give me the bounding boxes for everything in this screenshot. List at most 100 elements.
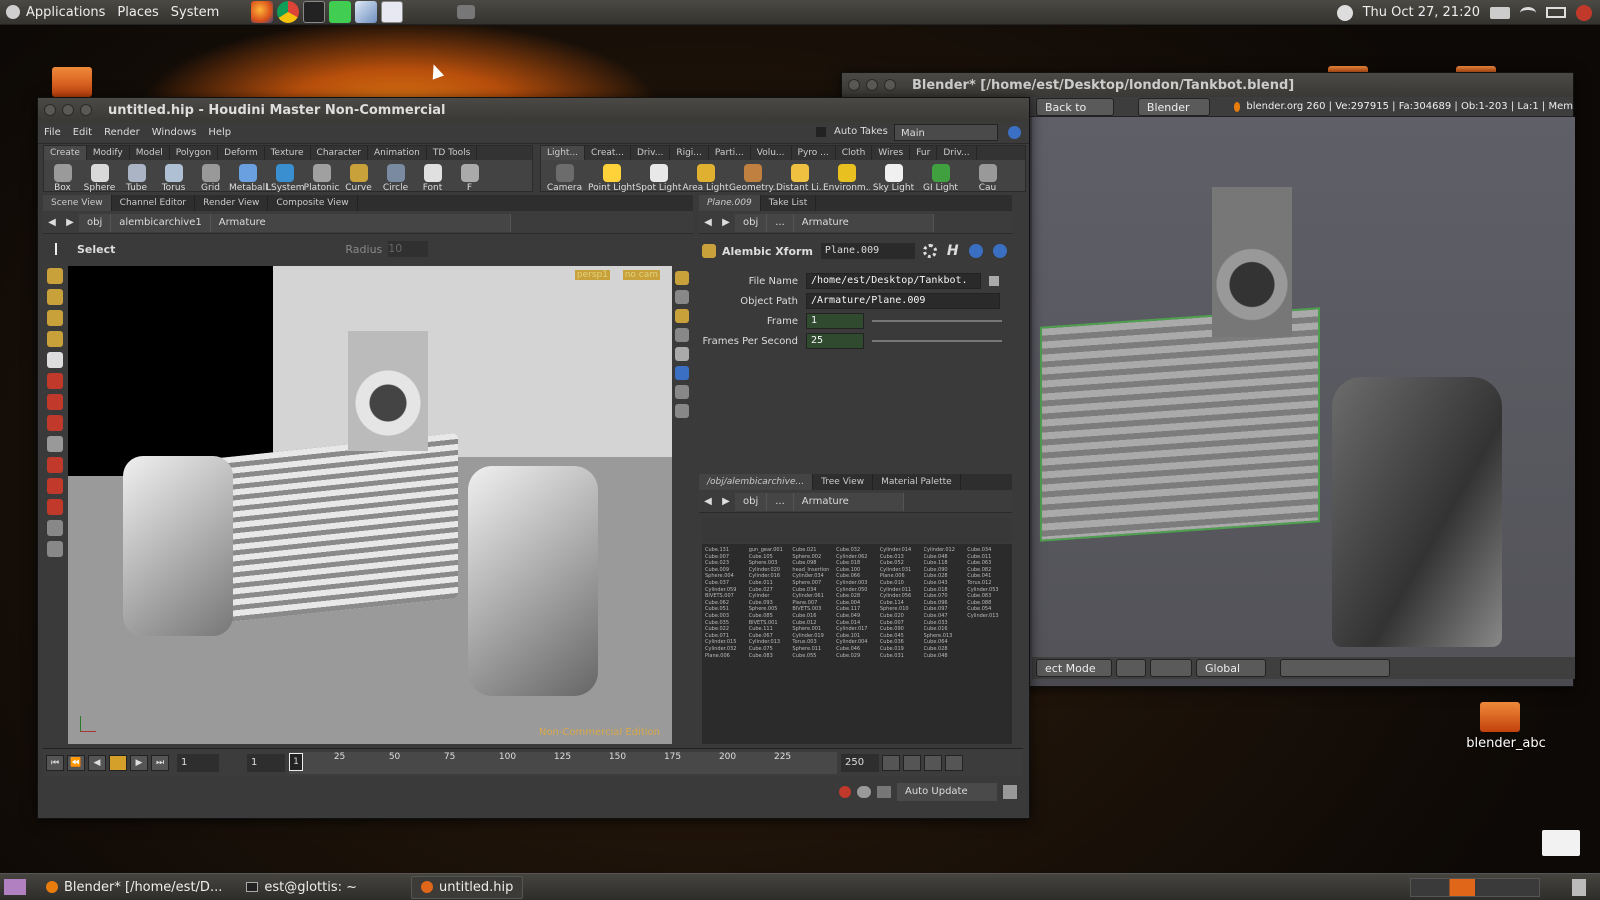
network-node[interactable]: Cube.022	[705, 626, 747, 633]
network-node[interactable]: Cube.046	[836, 646, 878, 653]
back-to-previous-button[interactable]: Back to Previous	[1036, 97, 1114, 132]
network-node[interactable]: Cube.033	[924, 620, 966, 627]
net-path-armature[interactable]: Armature	[793, 492, 904, 511]
shelf-tool-area-light[interactable]: Area Light	[682, 162, 729, 193]
network-node[interactable]: Cube.088	[967, 600, 1009, 607]
network-node[interactable]: Cylinder.053	[967, 587, 1009, 594]
menu-help[interactable]: Help	[202, 127, 237, 138]
network-node[interactable]: Cylinder.003	[836, 580, 878, 587]
pose-tool-icon[interactable]	[47, 457, 63, 473]
network-node[interactable]: Cube.083	[749, 653, 791, 660]
network-node[interactable]: Cube.009	[705, 567, 747, 574]
network-node[interactable]: Cube.118	[924, 560, 966, 567]
camera-badge[interactable]: persp1	[574, 270, 610, 280]
keyboard-icon[interactable]	[1490, 6, 1510, 19]
network-node[interactable]: Sphere.007	[792, 580, 834, 587]
shelf-tab-deform[interactable]: Deform	[218, 146, 265, 160]
desktop-options-icon[interactable]	[1003, 785, 1017, 799]
timeline-options-icon[interactable]	[945, 754, 963, 771]
network-node[interactable]: Cube.021	[792, 547, 834, 554]
network-node[interactable]: Cylinder.016	[749, 573, 791, 580]
jump-start-button[interactable]: ⏮	[46, 754, 64, 771]
network-node[interactable]: Torus.012	[967, 580, 1009, 587]
param-path-obj[interactable]: obj	[735, 213, 768, 232]
network-node[interactable]: Cube.043	[924, 580, 966, 587]
network-node[interactable]: Cylinder.015	[705, 639, 747, 646]
network-node[interactable]: Cube.067	[749, 633, 791, 640]
minimize-button[interactable]	[866, 79, 878, 91]
network-node[interactable]: Cube.049	[836, 613, 878, 620]
network-node[interactable]: Cylinder.062	[836, 554, 878, 561]
jump-end-button[interactable]: ⏭	[151, 754, 169, 771]
shaded-icon[interactable]	[675, 347, 689, 361]
smooth-tool-icon[interactable]	[47, 331, 63, 347]
stop-button[interactable]	[109, 754, 127, 771]
network-node[interactable]: Cube.066	[836, 573, 878, 580]
network-node[interactable]: Cube.016	[924, 626, 966, 633]
task-blender[interactable]: Blender* [/home/est/D...	[36, 876, 232, 899]
gnome-foot-icon[interactable]	[6, 5, 20, 19]
network-node[interactable]: Cube.062	[705, 600, 747, 607]
network-node[interactable]: Cylinder.020	[749, 567, 791, 574]
network-node[interactable]: Cube.055	[792, 653, 834, 660]
network-node[interactable]: Cube.031	[880, 653, 922, 660]
network-node[interactable]: Plane.006	[705, 653, 747, 660]
network-node[interactable]: Cube.028	[836, 593, 878, 600]
network-node[interactable]: Cube.012	[792, 620, 834, 627]
network-node[interactable]: Sphere.011	[792, 646, 834, 653]
shading-select[interactable]	[1116, 659, 1146, 677]
shelf-tab-td-tools[interactable]: TD Tools	[427, 146, 478, 160]
scene-viewport[interactable]: persp1 no cam Non-Commercial Edition	[68, 266, 672, 744]
shelf-tab-volu[interactable]: Volu...	[751, 146, 792, 160]
network-node[interactable]: Sphere.002	[792, 554, 834, 561]
network-node[interactable]: Cylinder	[749, 593, 791, 600]
network-node[interactable]: Cube.011	[967, 554, 1009, 561]
info-icon[interactable]	[968, 244, 983, 258]
net-forward-arrow-icon[interactable]: ▶	[717, 496, 735, 507]
menu-edit[interactable]: Edit	[67, 127, 98, 138]
audio-icon[interactable]	[924, 754, 942, 771]
shelf-tab-animation[interactable]: Animation	[368, 146, 427, 160]
play-button[interactable]: ▶	[130, 754, 148, 771]
path-alembicarchive[interactable]: alembicarchive1	[111, 213, 211, 232]
gear-icon[interactable]	[922, 244, 937, 258]
network-node[interactable]: Cylinder.012	[924, 547, 966, 554]
pivot-select[interactable]	[1150, 659, 1192, 677]
network-node[interactable]: BIVETS.007	[705, 593, 747, 600]
shelf-tab-driv[interactable]: Driv...	[937, 146, 977, 160]
network-node[interactable]: Cube.085	[749, 613, 791, 620]
network-node[interactable]: Cylinder.019	[792, 633, 834, 640]
snap-icon[interactable]	[675, 366, 689, 380]
network-node[interactable]: Sphere.013	[924, 633, 966, 640]
network-node[interactable]: Cube.117	[836, 606, 878, 613]
tab-take-list[interactable]: Take List	[761, 195, 817, 211]
realtime-icon[interactable]	[903, 754, 921, 771]
network-node[interactable]: Cube.101	[836, 633, 878, 640]
network-node[interactable]: Cube.083	[967, 593, 1009, 600]
shelf-tool-spot-light[interactable]: Spot Light	[635, 162, 682, 193]
shelf-tool-gi-light[interactable]: GI Light	[917, 162, 964, 193]
shelf-tab-create[interactable]: Create	[44, 146, 87, 160]
network-node[interactable]: Cube.105	[749, 554, 791, 561]
mode-select[interactable]: ect Mode	[1036, 659, 1112, 677]
tab-render-view[interactable]: Render View	[195, 195, 269, 211]
path-armature[interactable]: Armature	[210, 213, 511, 232]
auto-update-select[interactable]: Auto Update	[897, 783, 997, 801]
view-tool-icon[interactable]	[47, 520, 63, 536]
shelf-tab-driv[interactable]: Driv...	[631, 146, 671, 160]
tab-plane-009[interactable]: Plane.009	[699, 195, 761, 211]
network-node[interactable]: Cube.034	[792, 587, 834, 594]
network-node[interactable]: Cube.051	[705, 606, 747, 613]
shelf-tab-modify[interactable]: Modify	[87, 146, 130, 160]
network-node[interactable]: Cube.003	[705, 613, 747, 620]
node-name-field[interactable]: Plane.009	[820, 243, 915, 259]
network-node[interactable]: Cube.007	[880, 620, 922, 627]
network-node[interactable]: Cube.047	[924, 613, 966, 620]
network-node[interactable]: Cylinder.056	[880, 593, 922, 600]
shelf-tool-distant-li[interactable]: Distant Li...	[776, 162, 823, 193]
network-node[interactable]: Cylinder.014	[880, 547, 922, 554]
shelf-tool-point-light[interactable]: Point Light	[588, 162, 635, 193]
network-node[interactable]: Cube.097	[924, 606, 966, 613]
desktop-folder-icon[interactable]	[52, 67, 92, 97]
network-node[interactable]: Cube.048	[924, 554, 966, 561]
